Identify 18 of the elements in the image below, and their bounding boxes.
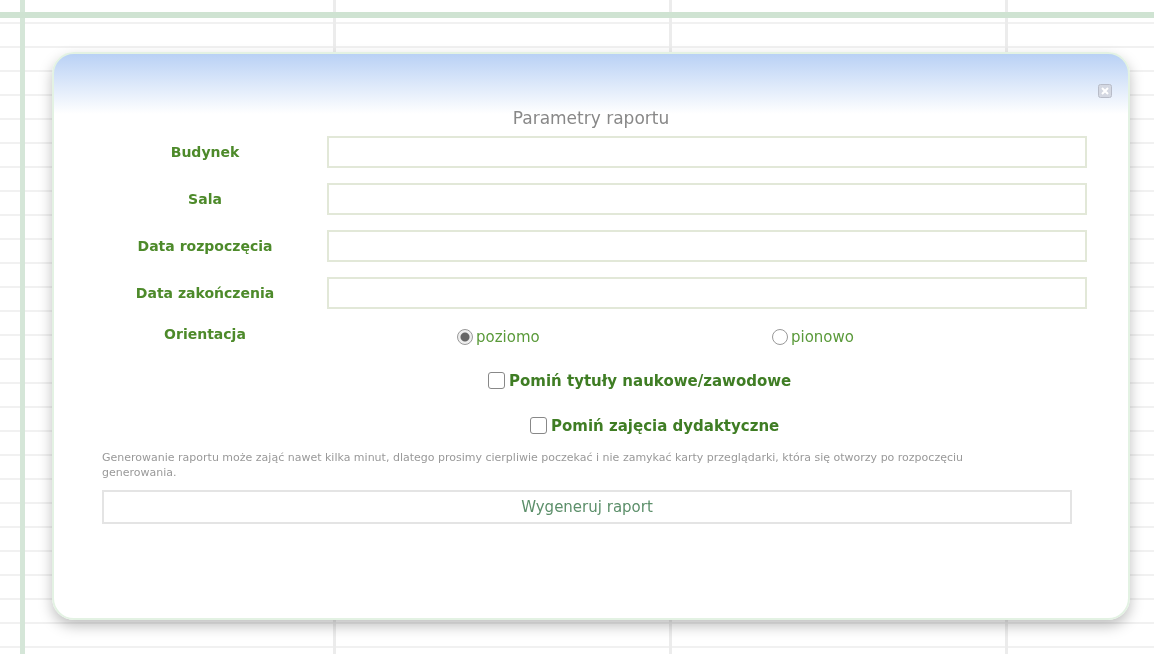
field-label: Data rozpoczęcia <box>136 238 274 254</box>
input-field[interactable] <box>327 183 1087 215</box>
dialog-title: Parametry raportu <box>511 108 671 128</box>
field-label: Budynek <box>169 144 241 160</box>
field-label: Sala <box>187 191 223 207</box>
checkbox-option[interactable]: Pomiń zajęcia dydaktyczne <box>530 403 1082 448</box>
close-button[interactable] <box>1098 84 1112 98</box>
radio-option[interactable]: poziomo <box>457 328 772 346</box>
input-field[interactable] <box>327 277 1087 309</box>
generate-button[interactable]: Wygeneruj raport <box>102 490 1072 524</box>
radio-option[interactable]: pionowo <box>772 328 1087 346</box>
close-icon <box>1098 84 1112 98</box>
checkbox-option[interactable]: Pomiń tytuły naukowe/zawodowe <box>488 358 1082 403</box>
field-label: Orientacja <box>163 326 247 342</box>
info-text: Generowanie raportu może zająć nawet kilka minut, dlatego prosimy cierpliwie poczekać i nie zamykać karty przeglądarki, która się otworzy po rozpoczęciu generowania. <box>102 450 964 480</box>
field-label: Data zakończenia <box>134 285 276 301</box>
input-field[interactable] <box>327 136 1087 168</box>
input-field[interactable] <box>327 230 1087 262</box>
